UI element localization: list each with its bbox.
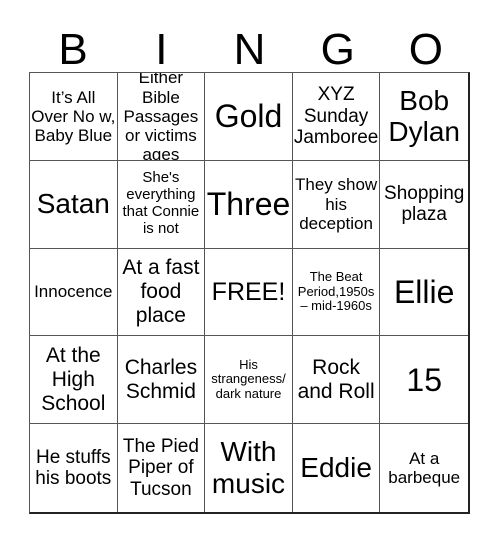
bingo-cell[interactable]: His strangeness/ dark nature bbox=[205, 336, 293, 425]
bingo-cell[interactable]: At a barbeque bbox=[380, 424, 468, 512]
bingo-grid: It’s All Over No w, Baby Blue Either Bib… bbox=[29, 72, 470, 514]
bingo-cell[interactable]: Ellie bbox=[380, 249, 468, 337]
bingo-cell[interactable]: Eddie bbox=[293, 424, 381, 512]
bingo-cell[interactable]: At the High School bbox=[30, 336, 118, 425]
bingo-cell[interactable]: XYZ Sunday Jamboree bbox=[292, 73, 381, 161]
bingo-cell[interactable]: He stuffs his boots bbox=[30, 424, 118, 512]
bingo-cell[interactable]: Three bbox=[205, 160, 293, 249]
bingo-cell[interactable]: 15 bbox=[380, 336, 468, 425]
bingo-cell[interactable]: The Beat Period,1950s – mid-1960s bbox=[292, 248, 381, 337]
bingo-cell[interactable]: They show his deception bbox=[292, 160, 381, 249]
bingo-cell[interactable]: Shopping plaza bbox=[380, 161, 468, 249]
bingo-cell[interactable]: The Pied Piper of Tucson bbox=[118, 424, 206, 512]
header-letter-b: B bbox=[58, 25, 88, 74]
bingo-cell[interactable]: Satan bbox=[30, 160, 118, 249]
bingo-header: B I N G O bbox=[29, 28, 470, 72]
bingo-cell[interactable]: With music bbox=[205, 424, 293, 512]
bingo-cell[interactable]: Charles Schmid bbox=[117, 336, 206, 425]
header-letter-g: G bbox=[320, 25, 355, 74]
header-letter-o: O bbox=[408, 25, 444, 74]
header-letter-n: N bbox=[233, 25, 266, 74]
bingo-cell[interactable]: Gold bbox=[205, 73, 293, 161]
bingo-cell[interactable]: Bob Dylan bbox=[380, 73, 468, 161]
bingo-cell[interactable]: She's everything that Connie is not bbox=[117, 160, 206, 249]
bingo-cell[interactable]: Either Bible Passages or victims ages bbox=[117, 73, 206, 161]
header-letter-i: I bbox=[155, 25, 168, 74]
bingo-cell[interactable]: Rock and Roll bbox=[292, 336, 381, 425]
bingo-cell[interactable]: It’s All Over No w, Baby Blue bbox=[30, 73, 118, 161]
bingo-cell[interactable]: At a fast food place bbox=[117, 248, 206, 337]
free-space[interactable]: FREE! bbox=[205, 248, 293, 337]
bingo-cell[interactable]: Innocence bbox=[30, 248, 118, 337]
